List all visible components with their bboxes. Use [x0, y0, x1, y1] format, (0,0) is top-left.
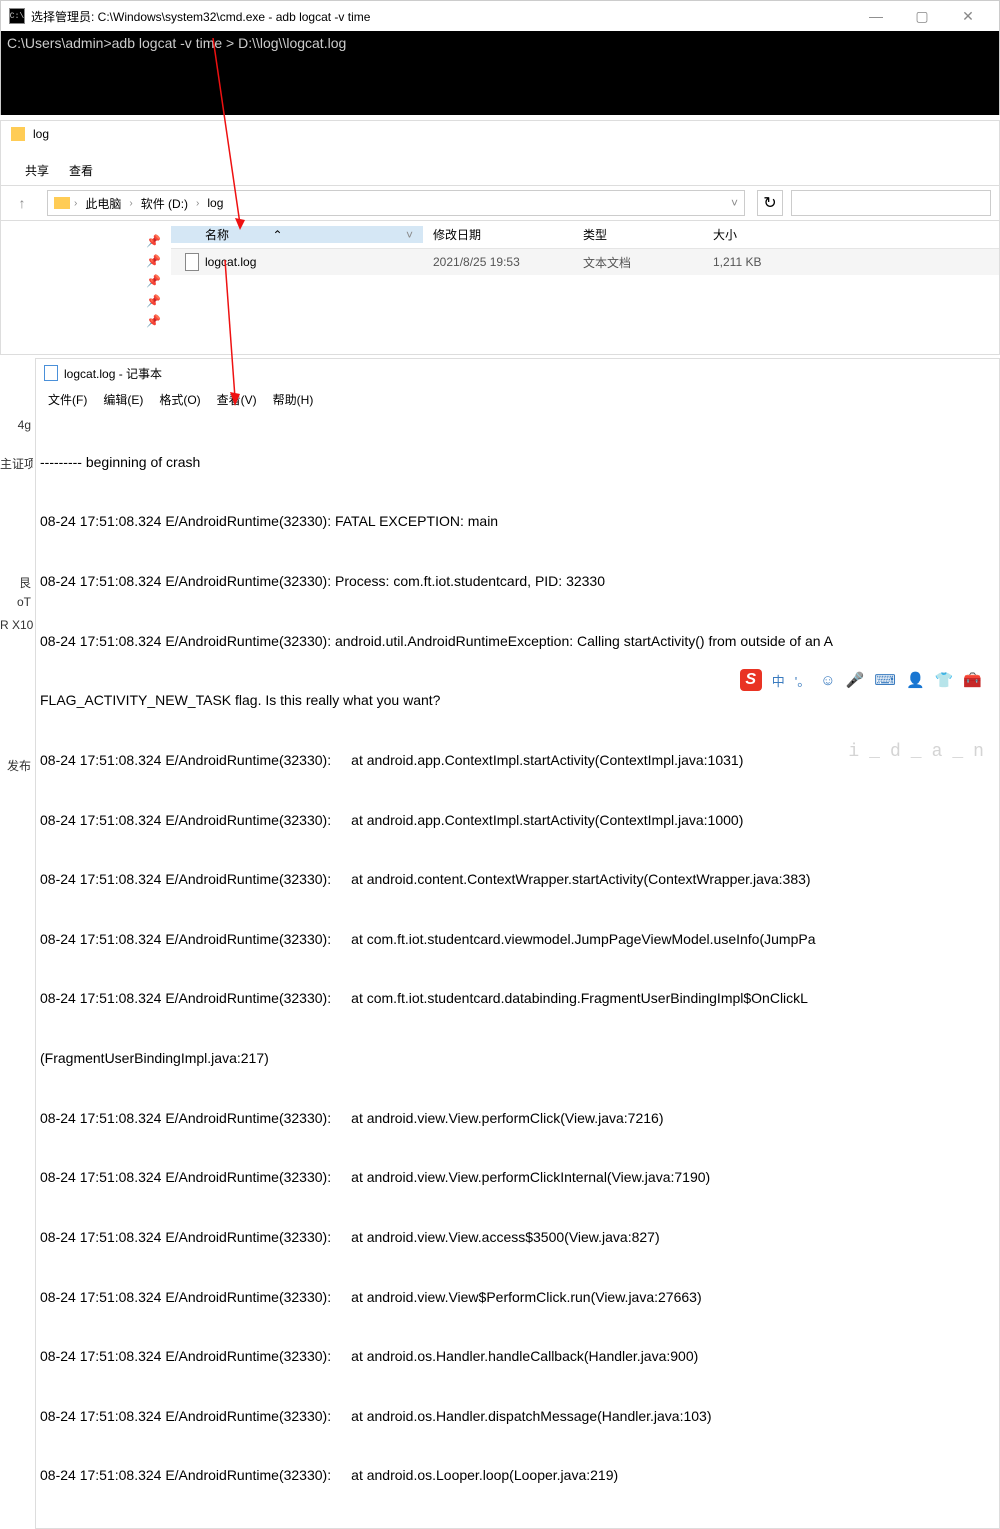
ribbon-view[interactable]: 查看 — [69, 162, 93, 179]
explorer-ribbon: 共享 查看 — [1, 147, 999, 185]
menu-edit[interactable]: 编辑(E) — [97, 389, 149, 410]
cmd-window: C:\ 选择管理员: C:\Windows\system32\cmd.exe -… — [0, 0, 1000, 115]
folder-icon — [11, 127, 25, 141]
chevron-down-icon[interactable]: ˅ — [406, 228, 413, 242]
log-line: 08-24 17:51:08.324 E/AndroidRuntime(3233… — [40, 989, 995, 1009]
column-date[interactable]: 修改日期 — [423, 226, 573, 243]
file-row[interactable]: logcat.log 2021/8/25 19:53 文本文档 1,211 KB — [171, 249, 999, 275]
bg-fragment: oT — [0, 595, 33, 609]
smile-icon[interactable]: ☺ — [820, 672, 835, 689]
breadcrumb-item[interactable]: 此电脑 — [81, 195, 125, 212]
log-line: --------- beginning of crash — [40, 453, 995, 473]
log-line: 08-24 17:51:08.324 E/AndroidRuntime(3233… — [40, 1109, 995, 1129]
mic-icon[interactable]: 🎤 — [846, 671, 865, 689]
menu-file[interactable]: 文件(F) — [42, 389, 93, 410]
log-line: 08-24 17:51:08.324 E/AndroidRuntime(3233… — [40, 1168, 995, 1188]
log-line: 08-24 17:51:08.324 E/AndroidRuntime(3233… — [40, 751, 995, 771]
chevron-down-icon[interactable]: ˅ — [731, 196, 738, 210]
text-file-icon — [185, 253, 199, 271]
explorer-toolbar: ↑ › 此电脑 › 软件 (D:) › log ˅ ↻ — [1, 185, 999, 221]
file-list: 名称 ⌃ ˅ 修改日期 类型 大小 logcat.log 2021/8/25 1… — [171, 221, 999, 354]
refresh-button[interactable]: ↻ — [757, 190, 783, 216]
pin-icon: 📌 — [1, 231, 171, 251]
notepad-icon — [44, 365, 58, 381]
notepad-titlebar[interactable]: logcat.log - 记事本 — [36, 359, 999, 387]
breadcrumb-sep: › — [74, 198, 77, 209]
maximize-button[interactable]: ▢ — [899, 1, 945, 31]
cmd-icon: C:\ — [9, 8, 25, 24]
notepad-title: logcat.log - 记事本 — [64, 365, 162, 382]
nav-up-button[interactable]: ↑ — [9, 190, 35, 216]
breadcrumb-item[interactable]: 软件 (D:) — [137, 195, 192, 212]
log-line: 08-24 17:51:08.324 E/AndroidRuntime(3233… — [40, 811, 995, 831]
bg-fragment: R X10 — [0, 618, 33, 632]
pin-icon: 📌 — [1, 311, 171, 331]
cmd-terminal-body[interactable]: C:\Users\admin>adb logcat -v time > D:\\… — [1, 31, 999, 115]
bg-fragment: 艮 — [0, 574, 33, 591]
log-line: 08-24 17:51:08.324 E/AndroidRuntime(3233… — [40, 572, 995, 592]
menu-help[interactable]: 帮助(H) — [267, 389, 320, 410]
ime-toolbar[interactable]: S 中 '。 ☺ 🎤 ⌨ 👤 👕 🧰 — [732, 665, 990, 695]
folder-icon — [54, 197, 70, 209]
log-line: 08-24 17:51:08.324 E/AndroidRuntime(3233… — [40, 1407, 995, 1427]
log-line: 08-24 17:51:08.324 E/AndroidRuntime(3233… — [40, 870, 995, 890]
log-line: 08-24 17:51:08.324 E/AndroidRuntime(3233… — [40, 632, 995, 652]
address-bar[interactable]: › 此电脑 › 软件 (D:) › log ˅ — [47, 190, 745, 216]
explorer-titlebar[interactable]: log — [1, 121, 999, 147]
bg-fragment: 4g — [0, 418, 33, 432]
nav-pane: 📌 📌 📌 📌 📌 — [1, 221, 171, 354]
file-type: 文本文档 — [573, 254, 703, 271]
skin-icon[interactable]: 👕 — [935, 671, 954, 689]
pin-icon: 📌 — [1, 251, 171, 271]
cmd-titlebar[interactable]: C:\ 选择管理员: C:\Windows\system32\cmd.exe -… — [1, 1, 999, 31]
log-line: 08-24 17:51:08.324 E/AndroidRuntime(3233… — [40, 1347, 995, 1367]
log-line: 08-24 17:51:08.324 E/AndroidRuntime(3233… — [40, 930, 995, 950]
file-size: 1,211 KB — [703, 255, 803, 269]
bg-fragment: 主证项 — [0, 455, 33, 472]
log-line: 08-24 17:51:08.324 E/AndroidRuntime(3233… — [40, 1466, 995, 1486]
log-line: 08-24 17:51:08.324 E/AndroidRuntime(3233… — [40, 1288, 995, 1308]
search-input[interactable] — [791, 190, 991, 216]
notepad-window: logcat.log - 记事本 文件(F) 编辑(E) 格式(O) 查看(V)… — [35, 358, 1000, 1529]
menu-format[interactable]: 格式(O) — [153, 389, 206, 410]
column-name[interactable]: 名称 ⌃ ˅ — [171, 226, 423, 243]
menu-view[interactable]: 查看(V) — [211, 389, 263, 410]
pin-icon: 📌 — [1, 291, 171, 311]
column-type[interactable]: 类型 — [573, 226, 703, 243]
log-line: 08-24 17:51:08.324 E/AndroidRuntime(3233… — [40, 512, 995, 532]
ime-punct[interactable]: '。 — [795, 671, 810, 690]
sogou-icon[interactable]: S — [740, 669, 762, 691]
log-line: 08-24 17:51:08.324 E/AndroidRuntime(3233… — [40, 1228, 995, 1248]
log-line: (FragmentUserBindingImpl.java:217) — [40, 1049, 995, 1069]
cmd-title: 选择管理员: C:\Windows\system32\cmd.exe - adb… — [31, 8, 853, 25]
file-name: logcat.log — [205, 255, 256, 269]
breadcrumb-sep: › — [196, 198, 199, 209]
person-icon[interactable]: 👤 — [906, 671, 925, 689]
ime-lang[interactable]: 中 — [772, 671, 785, 690]
keyboard-icon[interactable]: ⌨ — [874, 671, 896, 689]
toolbox-icon[interactable]: 🧰 — [963, 671, 982, 689]
ribbon-share[interactable]: 共享 — [25, 162, 49, 179]
bg-fragment: 发布 — [0, 757, 33, 774]
explorer-window: log 共享 查看 ↑ › 此电脑 › 软件 (D:) › log ˅ ↻ 📌 … — [0, 120, 1000, 355]
file-list-header: 名称 ⌃ ˅ 修改日期 类型 大小 — [171, 221, 999, 249]
sort-indicator: ⌃ — [272, 228, 282, 242]
minimize-button[interactable]: — — [853, 1, 899, 31]
close-button[interactable]: ✕ — [945, 1, 991, 31]
pin-icon: 📌 — [1, 271, 171, 291]
notepad-menubar: 文件(F) 编辑(E) 格式(O) 查看(V) 帮助(H) — [36, 387, 999, 411]
cmd-line: C:\Users\admin>adb logcat -v time > D:\\… — [7, 35, 346, 51]
column-size[interactable]: 大小 — [703, 226, 803, 243]
explorer-title: log — [33, 127, 49, 141]
file-date: 2021/8/25 19:53 — [423, 255, 573, 269]
notepad-text-area[interactable]: --------- beginning of crash 08-24 17:51… — [36, 411, 999, 1528]
breadcrumb-item[interactable]: log — [203, 196, 227, 210]
breadcrumb-sep: › — [129, 198, 132, 209]
